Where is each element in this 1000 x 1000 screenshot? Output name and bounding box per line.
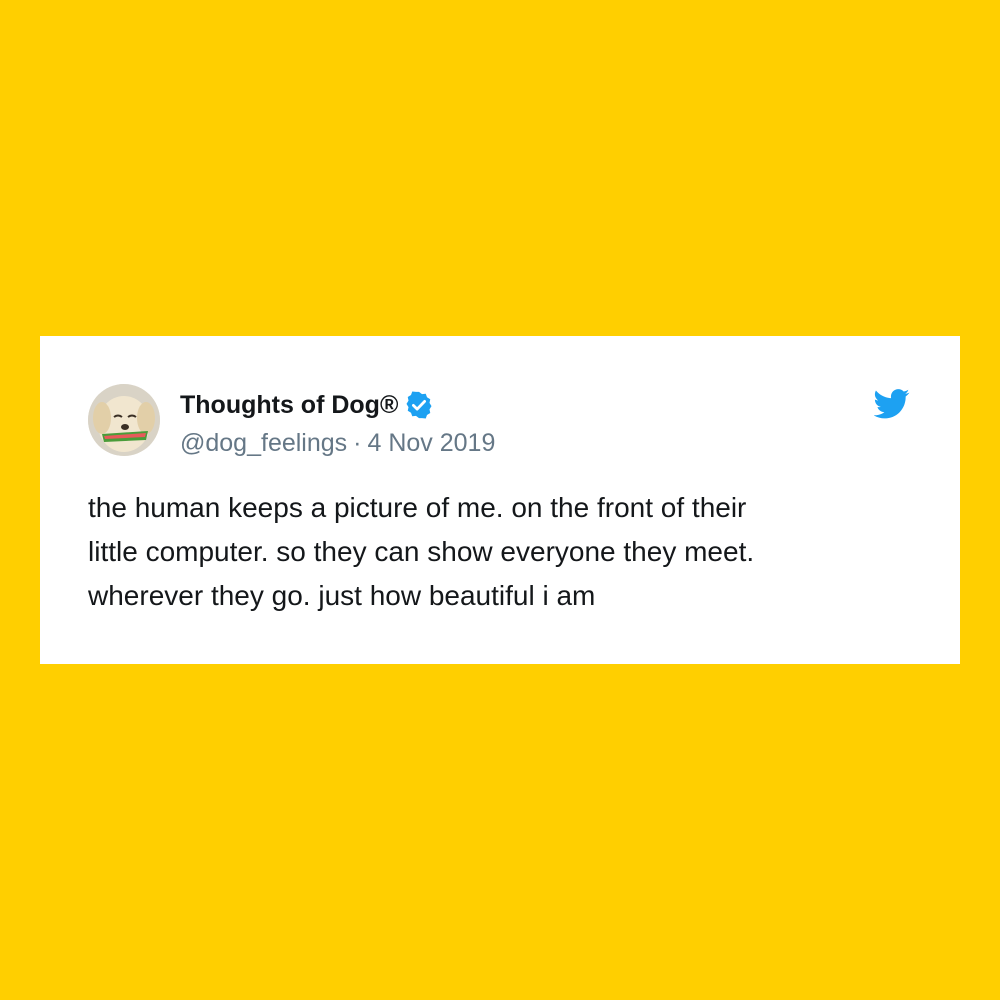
tweet-date[interactable]: 4 Nov 2019 [368,429,496,457]
tweet-line: the human keeps a picture of me. on the … [88,492,747,523]
display-name[interactable]: Thoughts of Dog® [180,388,398,422]
tweet-text: the human keeps a picture of me. on the … [88,486,888,618]
meta-separator: · [353,429,362,457]
tweet-line: wherever they go. just how beautiful i a… [88,580,596,611]
tweet-meta: @dog_feelings · 4 Nov 2019 [180,426,495,460]
dog-avatar-icon[interactable] [88,384,160,456]
author-name-row: Thoughts of Dog® [180,388,434,422]
handle[interactable]: @dog_feelings [180,429,347,457]
twitter-bird-icon[interactable] [873,388,910,420]
tweet-card: Thoughts of Dog® @dog_feelings · 4 Nov 201… [40,336,960,664]
tweet-line: little computer. so they can show everyo… [88,536,755,567]
verified-badge-icon [404,390,434,420]
